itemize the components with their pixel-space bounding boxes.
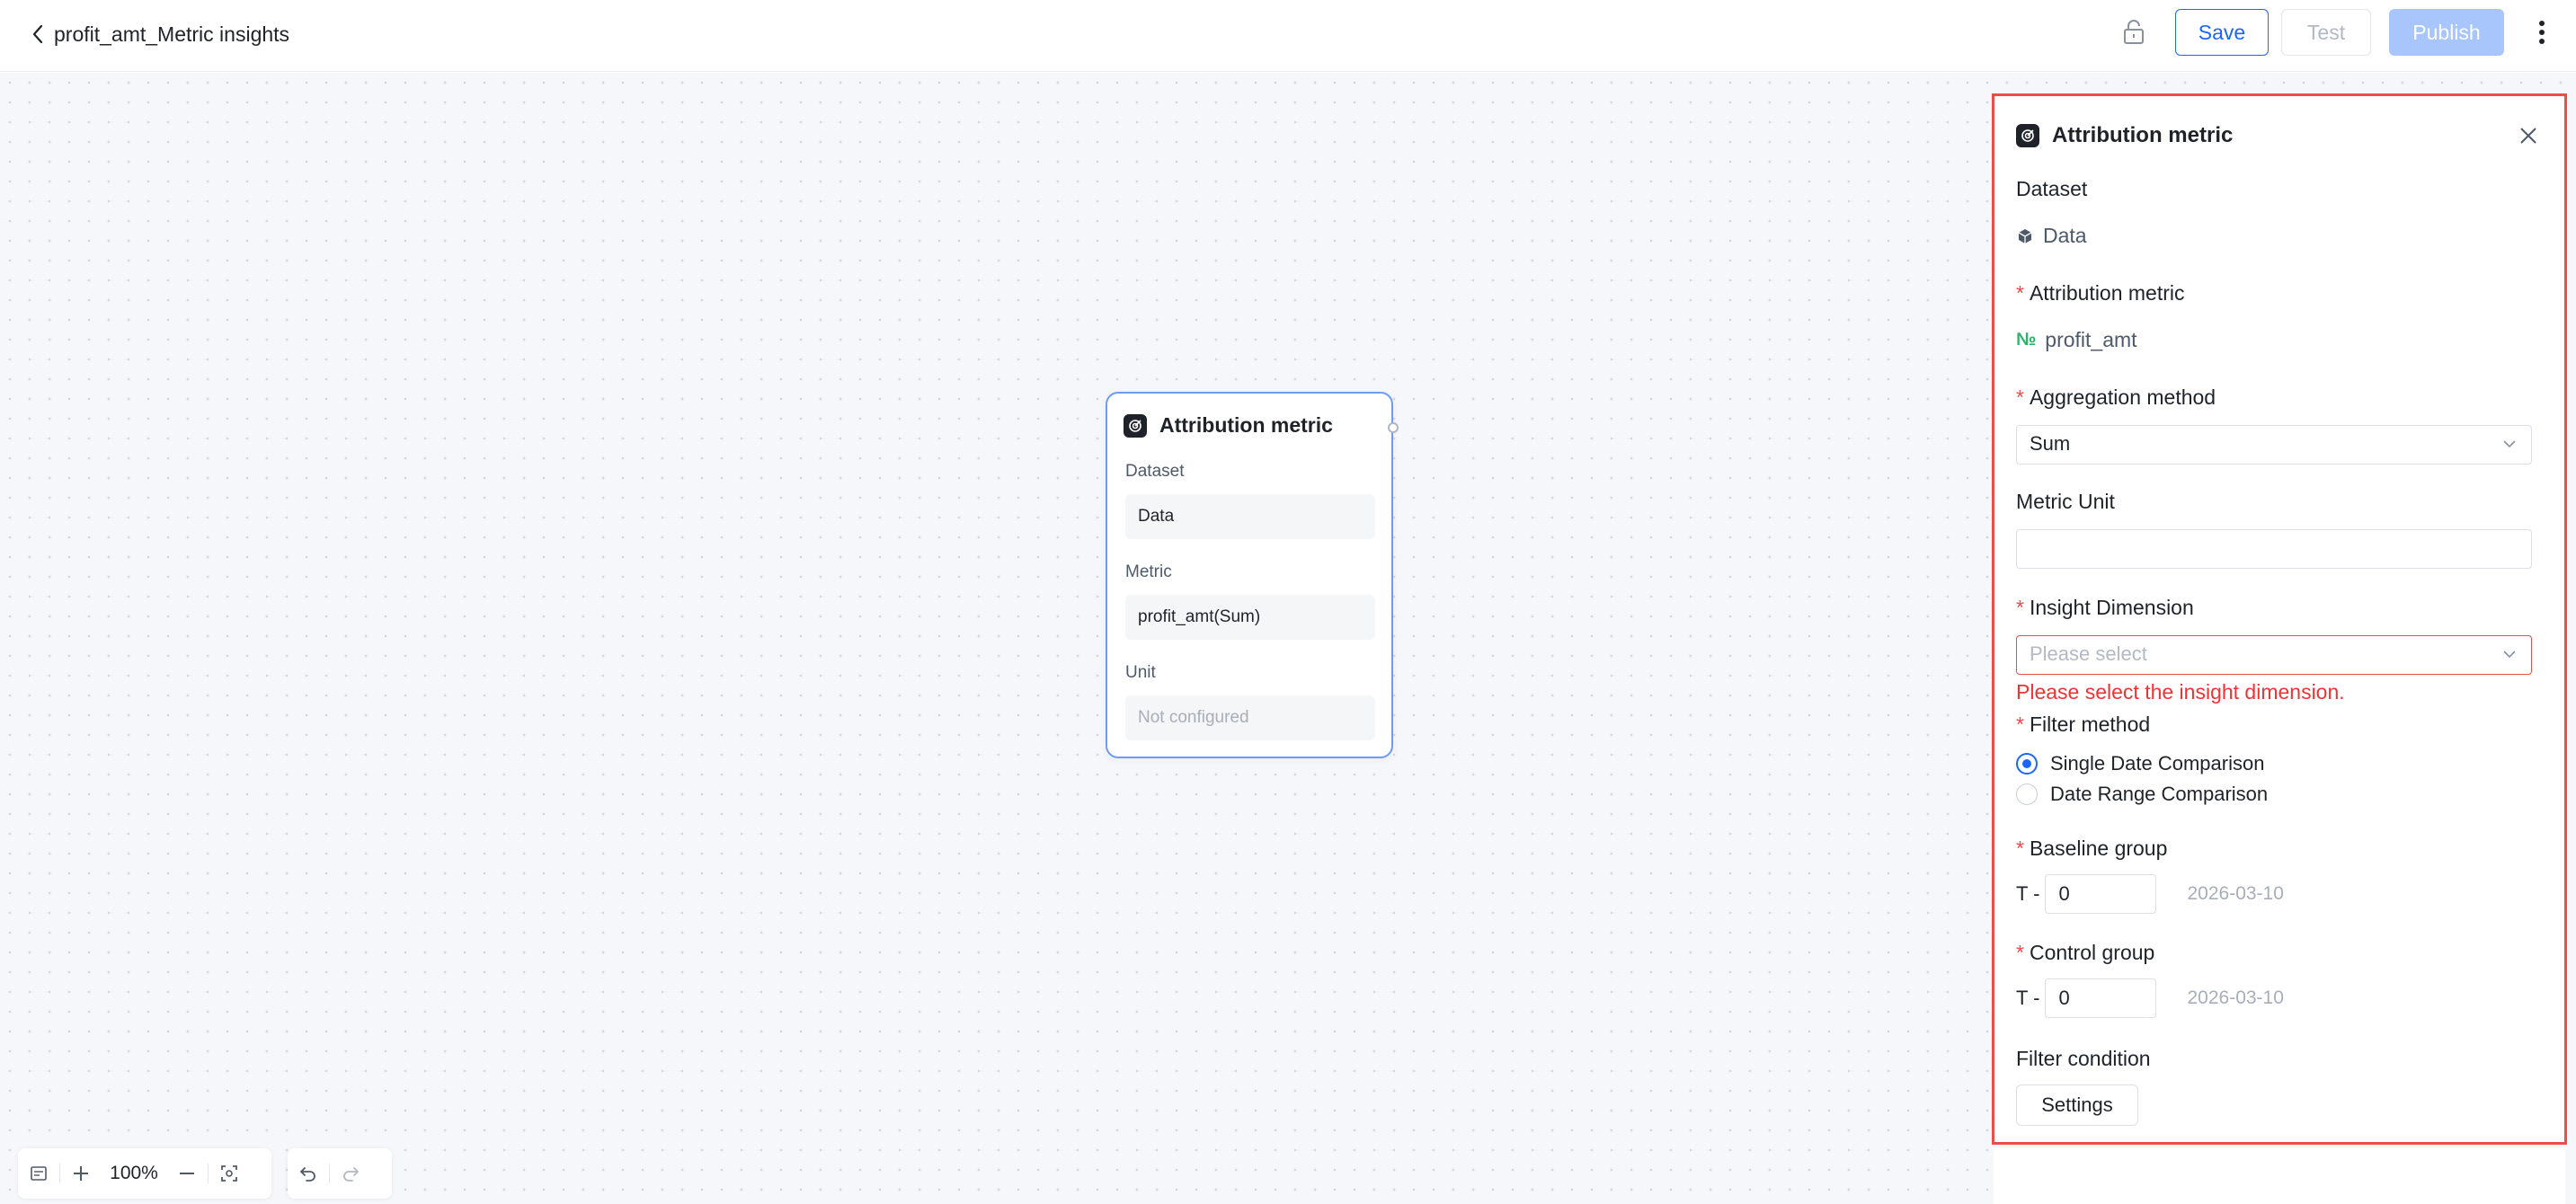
aggregation-method-label: * Aggregation method xyxy=(2016,385,2216,410)
control-prefix: T - xyxy=(2016,987,2040,1009)
node-header: Attribution metric xyxy=(1124,413,1333,438)
zoom-level: 100% xyxy=(110,1163,158,1183)
minus-icon xyxy=(180,1173,194,1174)
attribution-metric-panel: Attribution metric Dataset Data * Attribu… xyxy=(1992,93,2567,1145)
redo-button[interactable] xyxy=(330,1153,371,1194)
fit-view-button[interactable] xyxy=(209,1153,250,1194)
minimap-icon xyxy=(31,1166,47,1181)
attribution-metric-node[interactable]: Attribution metric Dataset Data Metric p… xyxy=(1106,392,1399,758)
page-title: profit_amt_Metric insights xyxy=(54,22,290,46)
filter-method-label: * Filter method xyxy=(2016,713,2150,737)
radio-checked-icon xyxy=(2016,753,2038,775)
dataset-label: Dataset xyxy=(2016,177,2088,200)
filter-method-label-text: Filter method xyxy=(2029,713,2151,736)
close-icon xyxy=(2520,128,2536,144)
baseline-group-label: * Baseline group xyxy=(2016,837,2167,861)
node-unit-label: Unit xyxy=(1125,663,1156,682)
publish-button[interactable]: Publish xyxy=(2389,9,2504,56)
node-output-handle[interactable] xyxy=(1388,422,1399,433)
redo-icon xyxy=(343,1167,359,1182)
test-button[interactable]: Test xyxy=(2281,9,2371,56)
attribution-metric-label-text: Attribution metric xyxy=(2029,281,2185,305)
history-toolbar xyxy=(288,1148,392,1199)
required-mark: * xyxy=(2016,385,2024,409)
insight-dimension-placeholder: Please select xyxy=(2030,642,2147,665)
canvas-toolbar: 100% xyxy=(18,1148,271,1199)
target-icon xyxy=(2016,124,2039,147)
chevron-left-icon xyxy=(32,24,43,44)
aggregation-method-value: Sum xyxy=(2030,432,2071,455)
control-date: 2026-03-10 xyxy=(2187,987,2284,1008)
baseline-offset-input[interactable] xyxy=(2045,874,2157,914)
panel-header: Attribution metric xyxy=(2016,123,2233,148)
metric-unit-label: Metric Unit xyxy=(2016,490,2115,513)
required-mark: * xyxy=(2016,713,2024,736)
control-group-label: * Control group xyxy=(2016,941,2154,965)
minimap-button[interactable] xyxy=(18,1153,59,1194)
radio-single-date-label: Single Date Comparison xyxy=(2050,752,2265,775)
required-mark: * xyxy=(2016,596,2024,619)
control-offset-input[interactable] xyxy=(2045,978,2157,1018)
numeric-field-icon: № xyxy=(2016,330,2037,350)
lock-button[interactable] xyxy=(2118,16,2150,49)
node-dataset-label: Dataset xyxy=(1125,462,1185,481)
node-metric-value: profit_amt(Sum) xyxy=(1125,595,1375,640)
more-options-button[interactable] xyxy=(2526,16,2558,49)
lock-icon xyxy=(2124,20,2144,44)
undo-icon xyxy=(300,1167,315,1182)
radio-date-range[interactable]: Date Range Comparison xyxy=(2016,783,2268,806)
insight-dimension-error: Please select the insight dimension. xyxy=(2016,680,2345,704)
insight-dimension-select[interactable]: Please select xyxy=(2016,635,2532,675)
target-icon xyxy=(1124,413,1147,438)
dataset-value: Data xyxy=(2016,224,2087,248)
chevron-down-icon xyxy=(2503,440,2516,448)
aggregation-method-label-text: Aggregation method xyxy=(2029,385,2216,409)
zoom-out-button[interactable] xyxy=(166,1153,208,1194)
radio-date-range-label: Date Range Comparison xyxy=(2050,783,2269,805)
fit-view-icon xyxy=(221,1165,237,1182)
node-dataset-value: Data xyxy=(1125,494,1375,539)
more-vertical-icon xyxy=(2539,21,2545,44)
radio-single-date[interactable]: Single Date Comparison xyxy=(2016,752,2264,775)
panel-title: Attribution metric xyxy=(2052,123,2234,147)
back-button[interactable] xyxy=(25,20,50,49)
radio-unchecked-icon xyxy=(2016,783,2038,805)
node-metric-label: Metric xyxy=(1125,562,1172,581)
baseline-prefix: T - xyxy=(2016,882,2040,905)
aggregation-method-select[interactable]: Sum xyxy=(2016,425,2532,465)
control-group-label-text: Control group xyxy=(2029,941,2155,964)
required-mark: * xyxy=(2016,837,2024,860)
dataset-value-text: Data xyxy=(2043,224,2087,247)
required-mark: * xyxy=(2016,941,2024,964)
chevron-down-icon xyxy=(2503,651,2516,659)
cube-icon xyxy=(2016,227,2034,245)
baseline-date: 2026-03-10 xyxy=(2187,883,2284,904)
attribution-metric-value: № profit_amt xyxy=(2016,328,2137,352)
baseline-group-label-text: Baseline group xyxy=(2029,837,2168,860)
baseline-group-row: T - 2026-03-10 xyxy=(2016,874,2284,914)
attribution-metric-value-text: profit_amt xyxy=(2045,328,2137,351)
attribution-metric-label: * Attribution metric xyxy=(2016,281,2185,305)
top-header: profit_amt_Metric insights Save Test Pub… xyxy=(0,0,2576,72)
insight-dimension-label: * Insight Dimension xyxy=(2016,596,2194,620)
node-unit-value: Not configured xyxy=(1125,695,1375,740)
insight-dimension-label-text: Insight Dimension xyxy=(2029,596,2194,619)
node-title: Attribution metric xyxy=(1159,413,1333,437)
filter-condition-label: Filter condition xyxy=(2016,1047,2151,1070)
required-mark: * xyxy=(2016,281,2024,305)
zoom-in-button[interactable] xyxy=(60,1153,102,1194)
close-panel-button[interactable] xyxy=(2512,120,2545,152)
panel-footer xyxy=(1994,1146,2565,1204)
undo-button[interactable] xyxy=(288,1153,329,1194)
metric-unit-input[interactable] xyxy=(2016,529,2532,569)
plus-icon xyxy=(74,1166,88,1181)
filter-settings-button[interactable]: Settings xyxy=(2016,1084,2138,1126)
save-button[interactable]: Save xyxy=(2175,9,2269,56)
control-group-row: T - 2026-03-10 xyxy=(2016,978,2284,1018)
